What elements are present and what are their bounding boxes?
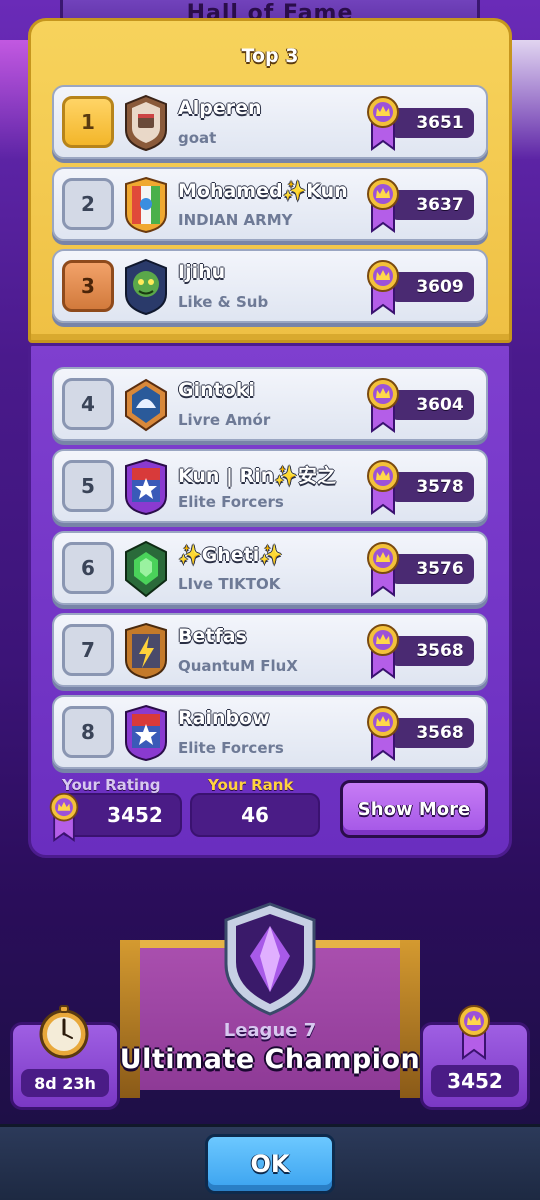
rank-number: 8: [62, 706, 114, 758]
clan-badge-icon: [125, 458, 167, 516]
player-name: Mohamed✨Kun: [178, 180, 348, 202]
trophy-count: 3651: [390, 108, 474, 138]
clan-badge-icon: [125, 378, 167, 432]
rank-number: 3: [62, 260, 114, 312]
leaderboard-row-4[interactable]: 4 Gintoki Livre Amór 3604: [52, 367, 488, 441]
crown-medal-icon: [49, 792, 79, 842]
rank-number: 6: [62, 542, 114, 594]
season-time-left: 8d 23h: [21, 1069, 109, 1097]
trophy-score: 3576: [366, 542, 474, 597]
leaderboard-row-8[interactable]: 8 Rainbow Elite Forcers 3568: [52, 695, 488, 769]
leaderboard-row-1[interactable]: 1 Alperen goat 3651: [52, 85, 488, 159]
rank-number: 1: [62, 96, 114, 148]
trophy-count: 3637: [390, 190, 474, 220]
player-name: Alperen: [178, 97, 262, 119]
trophy-score: 3568: [366, 624, 474, 679]
crown-medal-icon: [367, 260, 399, 315]
crown-medal-icon: [367, 542, 399, 597]
rank-number: 7: [62, 624, 114, 676]
clan-name: LIve TIKTOK: [178, 575, 281, 593]
rank-number: 4: [62, 378, 114, 430]
trophy-count: 3578: [390, 472, 474, 502]
trophy-count: 3604: [390, 390, 474, 420]
clan-name: Elite Forcers: [178, 739, 284, 757]
crown-medal-icon: [367, 624, 399, 679]
your-rank-value: 46: [190, 793, 320, 837]
top3-title: Top 3: [241, 45, 299, 67]
trophy-count: 3568: [390, 636, 474, 666]
background-glow-left: [0, 40, 30, 160]
ok-button[interactable]: OK: [205, 1134, 335, 1194]
crown-medal-icon: [367, 706, 399, 761]
current-rating: 3452: [431, 1065, 519, 1097]
clan-name: goat: [178, 129, 217, 147]
clan-badge-icon: [125, 540, 167, 598]
player-name: ✨Gheti✨: [178, 544, 283, 566]
trophy-count: 3568: [390, 718, 474, 748]
crown-medal-icon: [367, 378, 399, 433]
trophy-score: 3637: [366, 178, 474, 233]
clan-badge-icon: [125, 704, 167, 762]
player-name: Gintoki: [178, 379, 255, 401]
trophy-score: 3609: [366, 260, 474, 315]
show-more-button[interactable]: Show More: [340, 780, 488, 838]
trophy-score: 3604: [366, 378, 474, 433]
clan-name: Elite Forcers: [178, 493, 284, 511]
crown-medal-icon: [367, 96, 399, 151]
leaderboard-row-7[interactable]: 7 Betfas QuantuM FluX 3568: [52, 613, 488, 687]
trophy-score: 3578: [366, 460, 474, 515]
trophy-score: 3568: [366, 706, 474, 761]
crown-medal-icon: [458, 1005, 490, 1060]
crown-medal-icon: [367, 178, 399, 233]
clan-name: Livre Amór: [178, 411, 271, 429]
player-name: Rainbow: [178, 707, 270, 729]
clan-badge-icon: [125, 94, 167, 152]
clan-badge-icon: [125, 258, 167, 316]
rank-number: 2: [62, 178, 114, 230]
crown-medal-icon: [367, 460, 399, 515]
leaderboard-row-6[interactable]: 6 ✨Gheti✨ LIve TIKTOK 3576: [52, 531, 488, 605]
trophy-count: 3609: [390, 272, 474, 302]
player-name: Betfas: [178, 625, 247, 647]
player-name: Ijihu: [178, 261, 226, 283]
clan-name: INDIAN ARMY: [178, 211, 293, 229]
leaderboard-row-3[interactable]: 3 Ijihu Like & Sub 3609: [52, 249, 488, 323]
leaderboard-row-5[interactable]: 5 Kun | Rin✨安之 Elite Forcers 3578: [52, 449, 488, 523]
clan-name: QuantuM FluX: [178, 657, 298, 675]
background-glow-right: [510, 40, 540, 160]
rank-number: 5: [62, 460, 114, 512]
clock-icon: [39, 1005, 89, 1059]
player-name: Kun | Rin✨安之: [178, 465, 336, 487]
clan-name: Like & Sub: [178, 293, 269, 311]
trophy-count: 3576: [390, 554, 474, 584]
clan-badge-icon: [125, 622, 167, 680]
your-rank-label: Your Rank: [208, 776, 294, 794]
trophy-score: 3651: [366, 96, 474, 151]
clan-badge-icon: [125, 176, 167, 234]
league-shield-icon: [224, 902, 316, 1016]
leaderboard-row-2[interactable]: 2 Mohamed✨Kun INDIAN ARMY 3637: [52, 167, 488, 241]
